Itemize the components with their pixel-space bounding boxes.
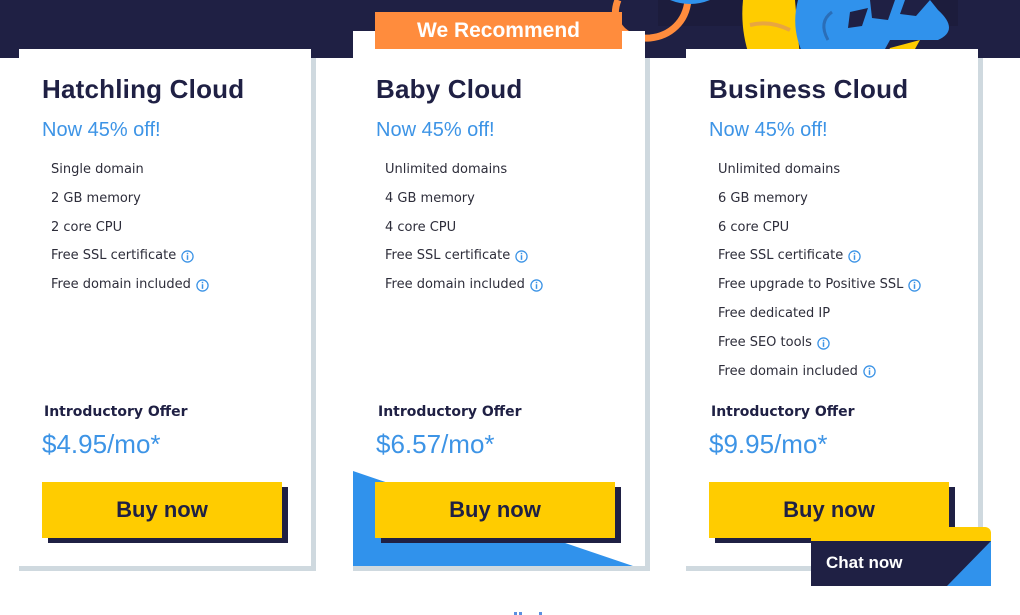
feature-item: 6 core CPU: [718, 214, 921, 243]
feature-item: Free upgrade to Positive SSL: [718, 271, 922, 300]
feature-item: Free dedicated IP: [718, 300, 921, 329]
feature-item: Free SEO tools: [718, 329, 921, 358]
feature-item: Free domain included: [51, 271, 209, 300]
plan-discount: Now 45% off!: [42, 119, 161, 141]
feature-text: Free SSL certificate: [718, 248, 844, 264]
buy-now-button[interactable]: Buy now: [375, 482, 615, 538]
feature-item: 6 GB memory: [718, 185, 921, 214]
info-circle-icon[interactable]: [863, 365, 876, 379]
info-circle-icon[interactable]: [181, 250, 194, 264]
feature-text: Free SSL certificate: [385, 248, 511, 264]
plan-discount: Now 45% off!: [709, 119, 828, 141]
plan-price: $6.57/mo*: [376, 429, 495, 459]
feature-text: 6 GB memory: [718, 190, 808, 206]
feature-list: Single domain 2 GB memory 2 core CPU Free S…: [51, 156, 209, 300]
feature-text: 2 core CPU: [51, 219, 123, 235]
feature-text: 4 core CPU: [385, 219, 457, 235]
feature-text: Single domain: [51, 162, 144, 177]
intro-offer-label: Introductory Offer: [711, 404, 855, 420]
chat-widget-top-bar: [811, 527, 991, 542]
plan-card-hatchling: Hatchling Cloud Now 45% off! Single doma…: [19, 49, 311, 566]
feature-item: Free SSL certificate: [718, 242, 921, 271]
info-circle-icon[interactable]: [515, 250, 528, 264]
intro-offer-label: Introductory Offer: [378, 404, 522, 420]
feature-item: Single domain: [51, 156, 209, 185]
feature-text: 4 GB memory: [385, 190, 475, 206]
feature-text: Unlimited domains: [718, 162, 841, 177]
feature-text: Free dedicated IP: [718, 305, 831, 321]
feature-text: Free upgrade to Positive SSL: [718, 277, 904, 293]
feature-item: Free domain included: [385, 271, 543, 300]
plan-card-business: Business Cloud Now 45% off! Unlimited do…: [686, 49, 978, 566]
chat-widget-body: Chat now: [811, 541, 991, 586]
info-circle-icon[interactable]: [848, 250, 861, 264]
plan-title: Business Cloud: [709, 74, 909, 104]
buy-button-wrap: Buy now: [375, 482, 621, 543]
feature-item: Free domain included: [718, 358, 921, 387]
chat-accent-triangle: [947, 541, 991, 586]
feature-item: 2 GB memory: [51, 185, 209, 214]
feature-text: Free SSL certificate: [51, 248, 177, 264]
buy-button-wrap: Buy now: [42, 482, 288, 543]
plan-discount: Now 45% off!: [376, 119, 495, 141]
feature-text: Free domain included: [51, 277, 191, 293]
plan-card-baby: Baby Cloud Now 45% off! Unlimited domain…: [353, 31, 645, 566]
chat-now-widget[interactable]: Chat now: [811, 527, 991, 587]
plan-price: $4.95/mo*: [42, 429, 161, 459]
plan-price: $9.95/mo*: [709, 429, 828, 459]
plan-title: Baby Cloud: [376, 74, 523, 104]
feature-text: Unlimited domains: [385, 162, 508, 177]
feature-text: Free domain included: [718, 363, 858, 379]
chat-now-label[interactable]: Chat now: [826, 553, 903, 573]
plan-title: Hatchling Cloud: [42, 74, 245, 104]
feature-text: Free SEO tools: [718, 334, 812, 350]
info-circle-icon[interactable]: [817, 336, 830, 350]
feature-list: Unlimited domains 6 GB memory 6 core CPU Fr…: [718, 156, 922, 387]
info-circle-icon[interactable]: [908, 279, 922, 292]
pricing-page: Hatchling Cloud Now 45% off! Single doma…: [0, 0, 1020, 615]
feature-text: 6 core CPU: [718, 219, 790, 235]
feature-item: Free SSL certificate: [51, 242, 209, 271]
info-circle-icon[interactable]: [530, 279, 543, 292]
intro-offer-label: Introductory Offer: [44, 404, 188, 420]
feature-item: 4 core CPU: [385, 214, 543, 243]
feature-list: Unlimited domains 4 GB memory 4 core CPU Fr…: [385, 156, 543, 300]
info-circle-icon[interactable]: [196, 279, 209, 292]
feature-item: Unlimited domains: [718, 156, 921, 185]
feature-item: Unlimited domains: [385, 156, 543, 185]
feature-text: 2 GB memory: [51, 190, 141, 206]
we-recommend-badge: We Recommend: [375, 12, 622, 49]
feature-item: Free SSL certificate: [385, 242, 543, 271]
feature-item: 4 GB memory: [385, 185, 543, 214]
feature-item: 2 core CPU: [51, 214, 209, 243]
buy-now-button[interactable]: Buy now: [42, 482, 282, 538]
feature-text: Free domain included: [385, 277, 525, 293]
